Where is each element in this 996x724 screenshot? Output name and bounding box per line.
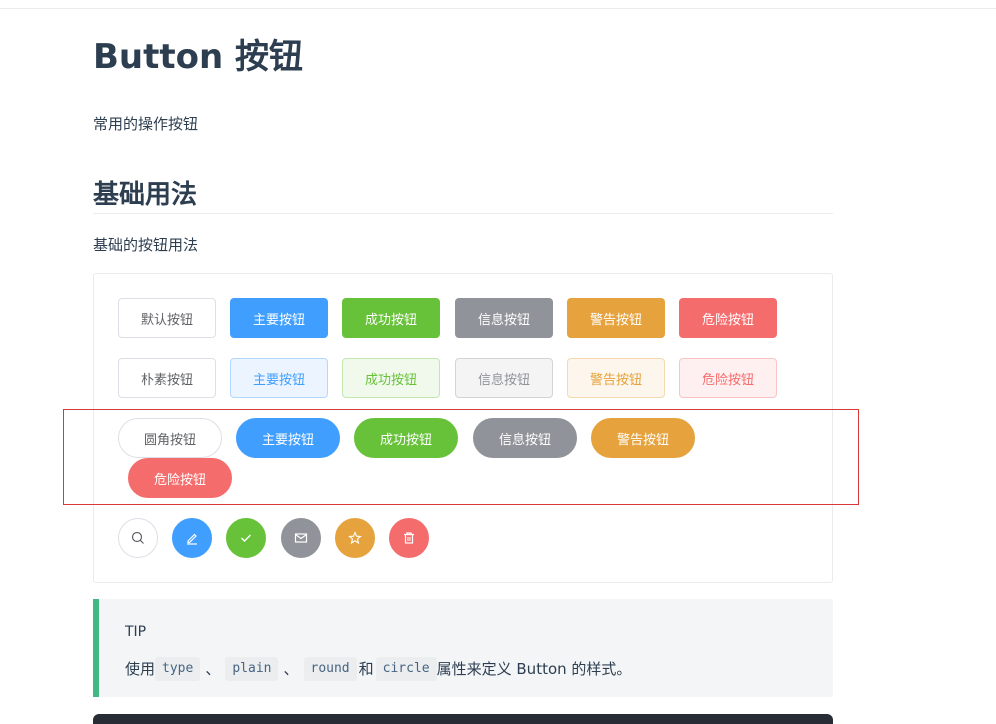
delete-icon xyxy=(404,532,414,544)
circle-message-button[interactable] xyxy=(281,518,321,558)
tip-suffix: 属性来定义 Button 的样式。 xyxy=(436,660,632,678)
search-icon xyxy=(131,531,144,544)
circle-star-button[interactable] xyxy=(335,518,375,558)
plain-danger-button[interactable]: 危险按钮 xyxy=(679,358,777,398)
info-button[interactable]: 信息按钮 xyxy=(455,298,553,338)
page-description: 常用的操作按钮 xyxy=(93,115,199,133)
message-icon xyxy=(294,533,308,543)
tip-separator: 、 xyxy=(283,660,299,678)
tip-block: TIP 使用 type 、 plain 、 round 和 circle 属性来… xyxy=(93,599,833,697)
section-description: 基础的按钮用法 xyxy=(93,236,199,254)
code-circle: circle xyxy=(375,657,437,681)
check-icon xyxy=(241,534,251,542)
code-plain: plain xyxy=(225,657,279,681)
page-title: Button 按钮 xyxy=(93,37,304,77)
top-navbar xyxy=(0,0,996,9)
circle-search-button[interactable] xyxy=(118,518,158,558)
circle-edit-button[interactable] xyxy=(172,518,212,558)
plain-success-button[interactable]: 成功按钮 xyxy=(342,358,440,398)
primary-button[interactable]: 主要按钮 xyxy=(230,298,328,338)
highlight-box xyxy=(63,409,859,505)
plain-info-button[interactable]: 信息按钮 xyxy=(455,358,553,398)
tip-body: 使用 type 、 plain 、 round 和 circle 属性来定义 B… xyxy=(125,657,631,681)
circle-delete-button[interactable] xyxy=(389,518,429,558)
plain-warning-button[interactable]: 警告按钮 xyxy=(567,358,665,398)
section-title: 基础用法 xyxy=(93,180,198,210)
tip-prefix: 使用 xyxy=(125,660,156,678)
tip-and: 和 xyxy=(358,660,374,678)
code-block xyxy=(93,714,833,724)
danger-button[interactable]: 危险按钮 xyxy=(679,298,777,338)
warning-button[interactable]: 警告按钮 xyxy=(567,298,665,338)
tip-separator: 、 xyxy=(205,660,221,678)
plain-default-button[interactable]: 朴素按钮 xyxy=(118,358,216,398)
circle-check-button[interactable] xyxy=(226,518,266,558)
default-button[interactable]: 默认按钮 xyxy=(118,298,216,338)
tip-title: TIP xyxy=(125,624,147,640)
code-type: type xyxy=(155,657,201,681)
success-button[interactable]: 成功按钮 xyxy=(342,298,440,338)
star-icon xyxy=(348,531,362,545)
edit-icon xyxy=(187,533,197,545)
code-round: round xyxy=(303,657,357,681)
section-divider xyxy=(93,213,833,214)
plain-primary-button[interactable]: 主要按钮 xyxy=(230,358,328,398)
